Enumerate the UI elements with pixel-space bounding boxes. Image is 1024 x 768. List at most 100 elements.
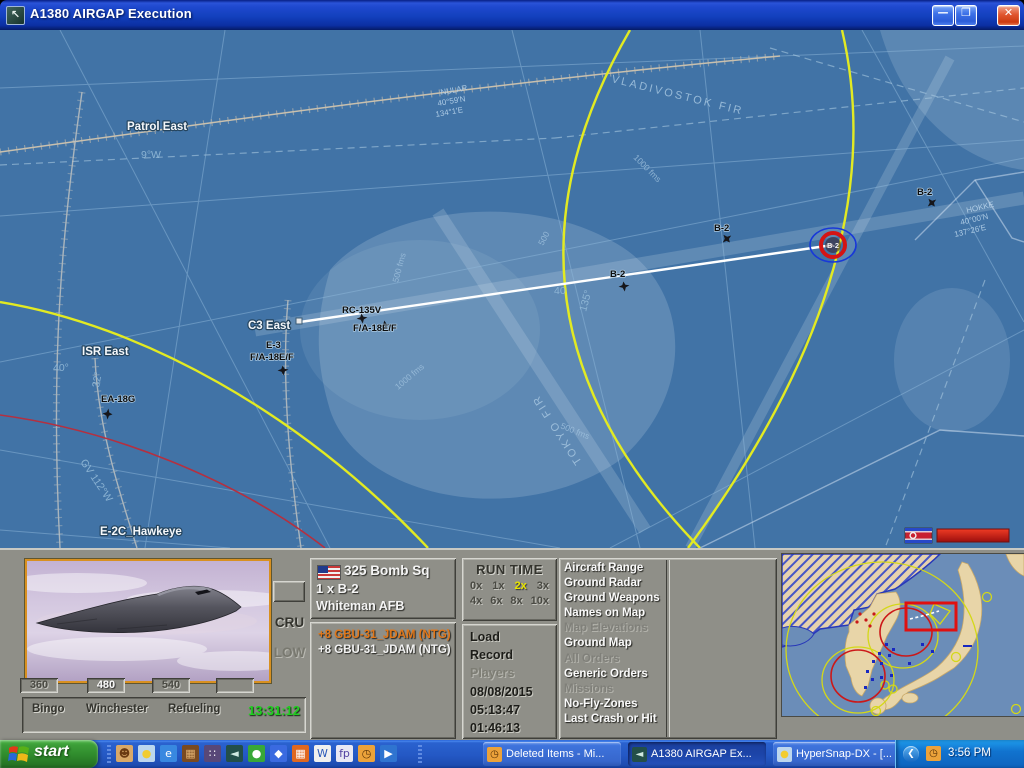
map-label-b-2: B-2 xyxy=(714,223,729,234)
map-label-b-2: B-2 xyxy=(917,187,932,198)
hypersnap-bird-icon[interactable]: ● xyxy=(138,745,155,762)
north-korea-flag-icon xyxy=(905,528,932,543)
map-label-vladivostok-fir: VLADIVOSTOK FIR xyxy=(610,73,745,117)
outlook-icon[interactable]: ▦ xyxy=(292,745,309,762)
session-08-08-2015[interactable]: 08/08/2015 xyxy=(462,683,557,701)
session-load[interactable]: Load xyxy=(462,628,557,646)
windows-logo-icon xyxy=(8,745,30,763)
task-button-deleted-items-mi[interactable]: ◷Deleted Items - Mi... xyxy=(483,742,621,766)
aircraft-icon[interactable] xyxy=(102,408,113,420)
taskbar: start ☻ ● e ▦ ∷ ◄ ● ◆ ▦ Wfp ◷ ▶ ◷Deleted Items - Mi… xyxy=(0,740,1024,768)
us-flag-icon xyxy=(317,565,341,580)
target-label: B-2 xyxy=(827,241,839,250)
crate-icon[interactable]: ▦ xyxy=(182,745,199,762)
map-label-ea-18g: EA-18G xyxy=(101,394,135,405)
run-speed-4x[interactable]: 4x xyxy=(470,595,482,607)
control-panel: CRU LOW 360 480 540 Bingo Winchester Refuelin… xyxy=(0,548,1024,742)
fuel-label-refueling: Refueling xyxy=(168,703,220,715)
mode-strip: CRU LOW xyxy=(271,559,308,679)
map-label-f-a-18e-f: F/A-18E/F xyxy=(250,352,294,363)
airgap-window-icon: ◄ xyxy=(632,747,647,762)
frontpage-icon[interactable]: fp xyxy=(336,745,353,762)
close-button[interactable]: ✕ xyxy=(997,5,1020,26)
task-button-hypersnap-dx[interactable]: ● HyperSnap-DX - [... xyxy=(773,742,911,766)
map-label-c3-east: C3 East xyxy=(248,320,290,332)
tray-clock-icon[interactable]: ◷ xyxy=(926,746,941,761)
map-label-e-3: E-3 xyxy=(266,340,281,351)
window-app-icon: ↖ xyxy=(6,6,25,25)
map-label-40: 40° xyxy=(53,362,69,374)
speed-mark-empty[interactable] xyxy=(216,678,254,693)
speed-mark-360[interactable]: 360 xyxy=(20,678,58,693)
run-speed-8x[interactable]: 8x xyxy=(510,595,522,607)
unit-count: 1 x B-2 xyxy=(316,581,359,596)
run-speed-1x[interactable]: 1x xyxy=(492,580,504,592)
run-speed-0x[interactable]: 0x xyxy=(470,580,482,592)
speed-mark-540[interactable]: 540 xyxy=(152,678,190,693)
run-speed-10x[interactable]: 10x xyxy=(531,595,549,607)
mission-clock: 13:31:12 xyxy=(248,703,300,718)
loadout-panel: +8 GBU-31_JDAM (NTG)+8 GBU-31_JDAM (NTG) xyxy=(310,622,456,739)
run-speed-3x[interactable]: 3x xyxy=(537,580,549,592)
mode-button-low[interactable]: LOW xyxy=(271,645,308,660)
session-05-13-47[interactable]: 05:13:47 xyxy=(462,701,557,719)
map-label-f-a-18e-f: F/A-18E/F xyxy=(353,323,397,334)
fuel-label-winchester: Winchester xyxy=(86,703,148,715)
theater-minimap[interactable] xyxy=(781,553,1024,717)
panel-divider xyxy=(666,560,670,737)
task-button-label: HyperSnap-DX - [... xyxy=(796,748,892,760)
map-label-32: 32° xyxy=(90,371,105,389)
quick-launch-bar: ☻ ● e ▦ ∷ ◄ ● ◆ ▦ Wfp ◷ ▶ xyxy=(116,745,397,762)
squadron-name: 325 Bomb Sq xyxy=(344,563,430,578)
quick-launch-handle[interactable] xyxy=(107,745,111,763)
map-label-137-26-e: 137°26'E xyxy=(953,223,987,239)
loadout-row-2[interactable]: +8 GBU-31_JDAM (NTG) xyxy=(310,642,456,657)
media-player-icon[interactable]: ▶ xyxy=(380,745,397,762)
aircraft-photo xyxy=(25,559,271,683)
fuel-status-panel: Bingo Winchester Refueling 13:31:12 xyxy=(22,697,306,733)
run-speed-2x[interactable]: 2x xyxy=(515,580,527,592)
hypersnap-window-icon: ● xyxy=(777,747,792,762)
tactical-map[interactable]: B-2 Patrol EastISR EastC3 EastE-2C_Hawke… xyxy=(0,30,1024,548)
session-record[interactable]: Record xyxy=(462,646,557,664)
runtime-title: RUN TIME xyxy=(462,558,557,577)
loadout-row-1[interactable]: +8 GBU-31_JDAM (NTG) xyxy=(310,627,456,642)
user-icon[interactable]: ☻ xyxy=(116,745,133,762)
word-icon[interactable]: W xyxy=(314,745,331,762)
squadron-panel: 325 Bomb Sq 1 x B-2 Whiteman AFB xyxy=(310,558,456,619)
minimize-button[interactable]: — xyxy=(932,5,954,26)
run-speed-6x[interactable]: 6x xyxy=(490,595,502,607)
fuel-label-bingo: Bingo xyxy=(32,703,65,715)
enemy-status xyxy=(905,528,1009,543)
restore-button[interactable]: ❐ xyxy=(955,5,977,26)
ie-icon[interactable]: e xyxy=(160,745,177,762)
tray-chevron-icon[interactable]: ❮ xyxy=(903,746,919,762)
clock-icon[interactable]: ◷ xyxy=(358,745,375,762)
task-button-a1380-airgap-ex[interactable]: ◄ A1380 AIRGAP Ex... xyxy=(628,742,766,766)
map-label-rc-135v: RC-135V xyxy=(342,305,382,316)
runtime-panel: RUN TIME 0x 1x 2x 3x 4x 6x 8x 10x xyxy=(462,558,557,621)
deleted-items-icon: ◷ xyxy=(487,747,502,762)
task-button-label: A1380 AIRGAP Ex... xyxy=(651,748,752,760)
taskbar-handle[interactable] xyxy=(418,745,422,763)
start-button[interactable]: start xyxy=(0,740,98,768)
system-tray: ❮ ◷ 3:56 PM xyxy=(895,740,1024,768)
map-label-patrol-east: Patrol East xyxy=(127,121,187,133)
session-players[interactable]: Players xyxy=(462,664,557,682)
title-bar: ↖ A1380 AIRGAP Execution — ❐ ✕ xyxy=(0,0,1024,30)
session-01-46-13[interactable]: 01:46:13 xyxy=(462,719,557,737)
map-label-1000-fms: 1000 fms xyxy=(632,152,664,184)
mode-button-cru[interactable]: CRU xyxy=(271,615,308,630)
dots-icon[interactable]: ∷ xyxy=(204,745,221,762)
airgap-app-icon[interactable]: ◄ xyxy=(226,745,243,762)
green-player-icon[interactable]: ● xyxy=(248,745,265,762)
map-label-9-w: 9°W xyxy=(141,149,161,161)
map-label-isr-east: ISR East xyxy=(82,346,129,358)
window-title: A1380 AIRGAP Execution xyxy=(30,6,192,21)
speed-mark-480[interactable]: 480 xyxy=(87,678,125,693)
home-base: Whiteman AFB xyxy=(316,599,404,613)
mode-blank-block xyxy=(273,581,305,602)
messenger-icon[interactable]: ◆ xyxy=(270,745,287,762)
start-label: start xyxy=(34,743,69,761)
map-label-b-2: B-2 xyxy=(610,269,625,280)
